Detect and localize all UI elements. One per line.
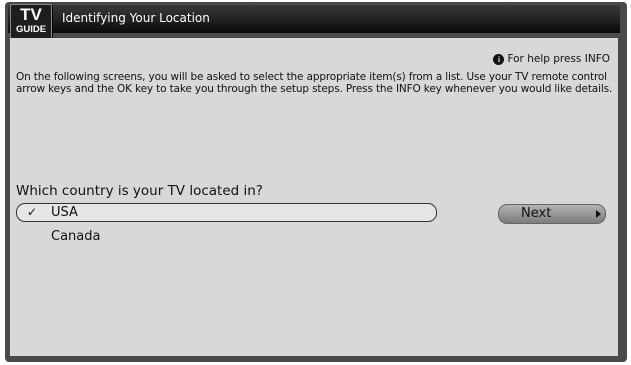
info-icon: i	[493, 53, 505, 65]
checkmark-icon: ✓	[27, 205, 38, 219]
question-label: Which country is your TV located in?	[16, 183, 263, 199]
title-bar: Identifying Your Location	[8, 5, 620, 33]
help-text: For help press INFO	[507, 53, 610, 65]
logo-guide-text: GUIDE	[15, 24, 47, 35]
logo-tv-text: TV	[20, 5, 42, 24]
page-title: Identifying Your Location	[62, 11, 210, 25]
next-button-label: Next	[521, 206, 552, 221]
arrow-right-icon	[596, 210, 601, 218]
option-label: USA	[51, 205, 78, 220]
option-usa[interactable]: ✓ USA	[16, 203, 437, 222]
tv-guide-logo: TV GUIDE	[10, 4, 52, 40]
content-panel: i For help press INFO On the following s…	[10, 38, 618, 356]
help-hint: i For help press INFO	[493, 53, 610, 65]
intro-text: On the following screens, you will be as…	[16, 71, 613, 95]
next-button[interactable]: Next	[498, 204, 606, 224]
option-canada[interactable]: Canada	[51, 229, 100, 244]
